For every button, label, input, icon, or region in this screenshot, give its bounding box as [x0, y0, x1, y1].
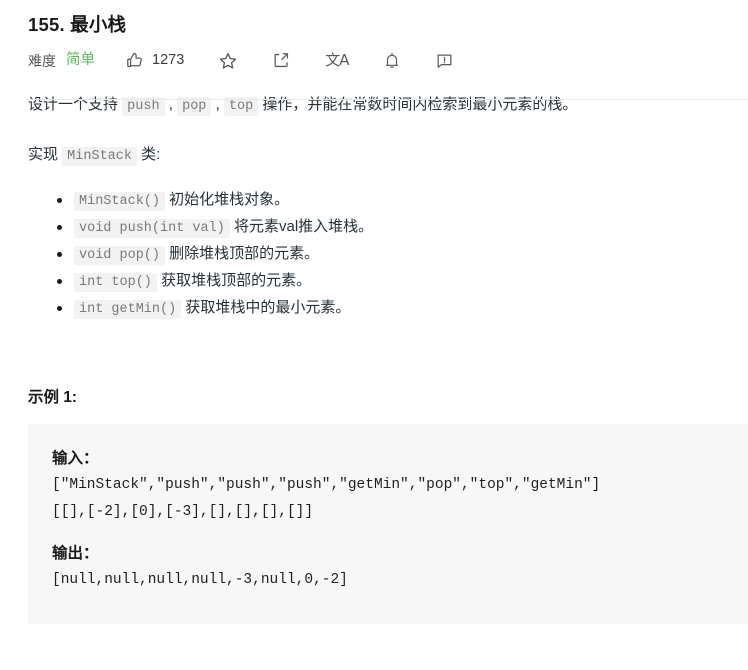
translate-button[interactable]: 文A: [325, 49, 349, 73]
api-signature: void push(int val): [74, 219, 230, 238]
page-title: 155. 最小栈: [28, 14, 127, 35]
list-item: void push(int val) 将元素val推入堆栈。: [57, 215, 748, 242]
api-description: 初始化堆栈对象。: [165, 191, 290, 208]
thumbs-up-icon: [125, 51, 144, 70]
api-method-list: MinStack() 初始化堆栈对象。 void push(int val) 将…: [28, 188, 748, 323]
example-input-line-1: ["MinStack","push","push","push","getMin…: [52, 477, 601, 493]
desc-p2-text-2: 类:: [136, 146, 161, 163]
difficulty-value: 简单: [66, 52, 95, 69]
api-description: 获取堆栈顶部的元素。: [156, 272, 312, 289]
list-item: void pop() 删除堆栈顶部的元素。: [57, 242, 748, 269]
example-input-label: 输入：: [52, 450, 99, 467]
api-signature: int top(): [74, 273, 157, 292]
example-code-block: 输入： ["MinStack","push","push","push","ge…: [28, 424, 748, 624]
api-signature: int getMin(): [74, 300, 182, 319]
list-item: int top() 获取堆栈顶部的元素。: [57, 269, 748, 296]
description-paragraph-1: 设计一个支持 push , pop , top 操作，并能在常数时间内检索到最小…: [28, 73, 748, 120]
api-signature: void pop(): [74, 246, 166, 265]
example-heading: 示例 1:: [28, 389, 78, 406]
api-description: 获取堆栈中的最小元素。: [181, 299, 351, 316]
problem-description: 设计一个支持 push , pop , top 操作，并能在常数时间内检索到最小…: [0, 73, 748, 323]
problem-meta-row: 难度 简单 1273 文A: [0, 39, 748, 73]
like-button[interactable]: 1273: [125, 49, 184, 73]
description-paragraph-2: 实现 MinStack 类:: [28, 120, 748, 170]
problem-page: 155. 最小栈 难度 简单 1273 文A 设计一个支持 push , pop…: [0, 0, 748, 670]
translate-icon: 文A: [325, 51, 349, 69]
list-item: MinStack() 初始化堆栈对象。: [57, 188, 748, 215]
example-output-label: 输出：: [52, 545, 99, 562]
list-item: int getMin() 获取堆栈中的最小元素。: [57, 296, 748, 323]
example-output-line-1: [null,null,null,null,-3,null,0,-2]: [52, 572, 348, 588]
inline-code-minstack: MinStack: [62, 147, 137, 166]
favorite-button[interactable]: [218, 49, 238, 73]
code-spacer: [52, 526, 748, 540]
star-icon: [218, 51, 238, 71]
share-button[interactable]: [272, 49, 291, 73]
difficulty-label: 难度: [28, 52, 56, 69]
notification-button[interactable]: [383, 49, 401, 73]
api-description: 将元素val推入堆栈。: [229, 218, 374, 235]
api-description: 删除堆栈顶部的元素。: [165, 245, 320, 262]
bell-icon: [383, 51, 401, 70]
feedback-icon: [435, 51, 454, 70]
feedback-button[interactable]: [435, 49, 454, 73]
header-divider: [28, 99, 748, 100]
desc-p2-text-1: 实现: [28, 146, 63, 163]
example-input-line-2: [[],[-2],[0],[-3],[],[],[],[]]: [52, 504, 314, 520]
api-signature: MinStack(): [74, 192, 166, 211]
share-icon: [272, 51, 291, 70]
like-count: 1273: [152, 52, 185, 69]
